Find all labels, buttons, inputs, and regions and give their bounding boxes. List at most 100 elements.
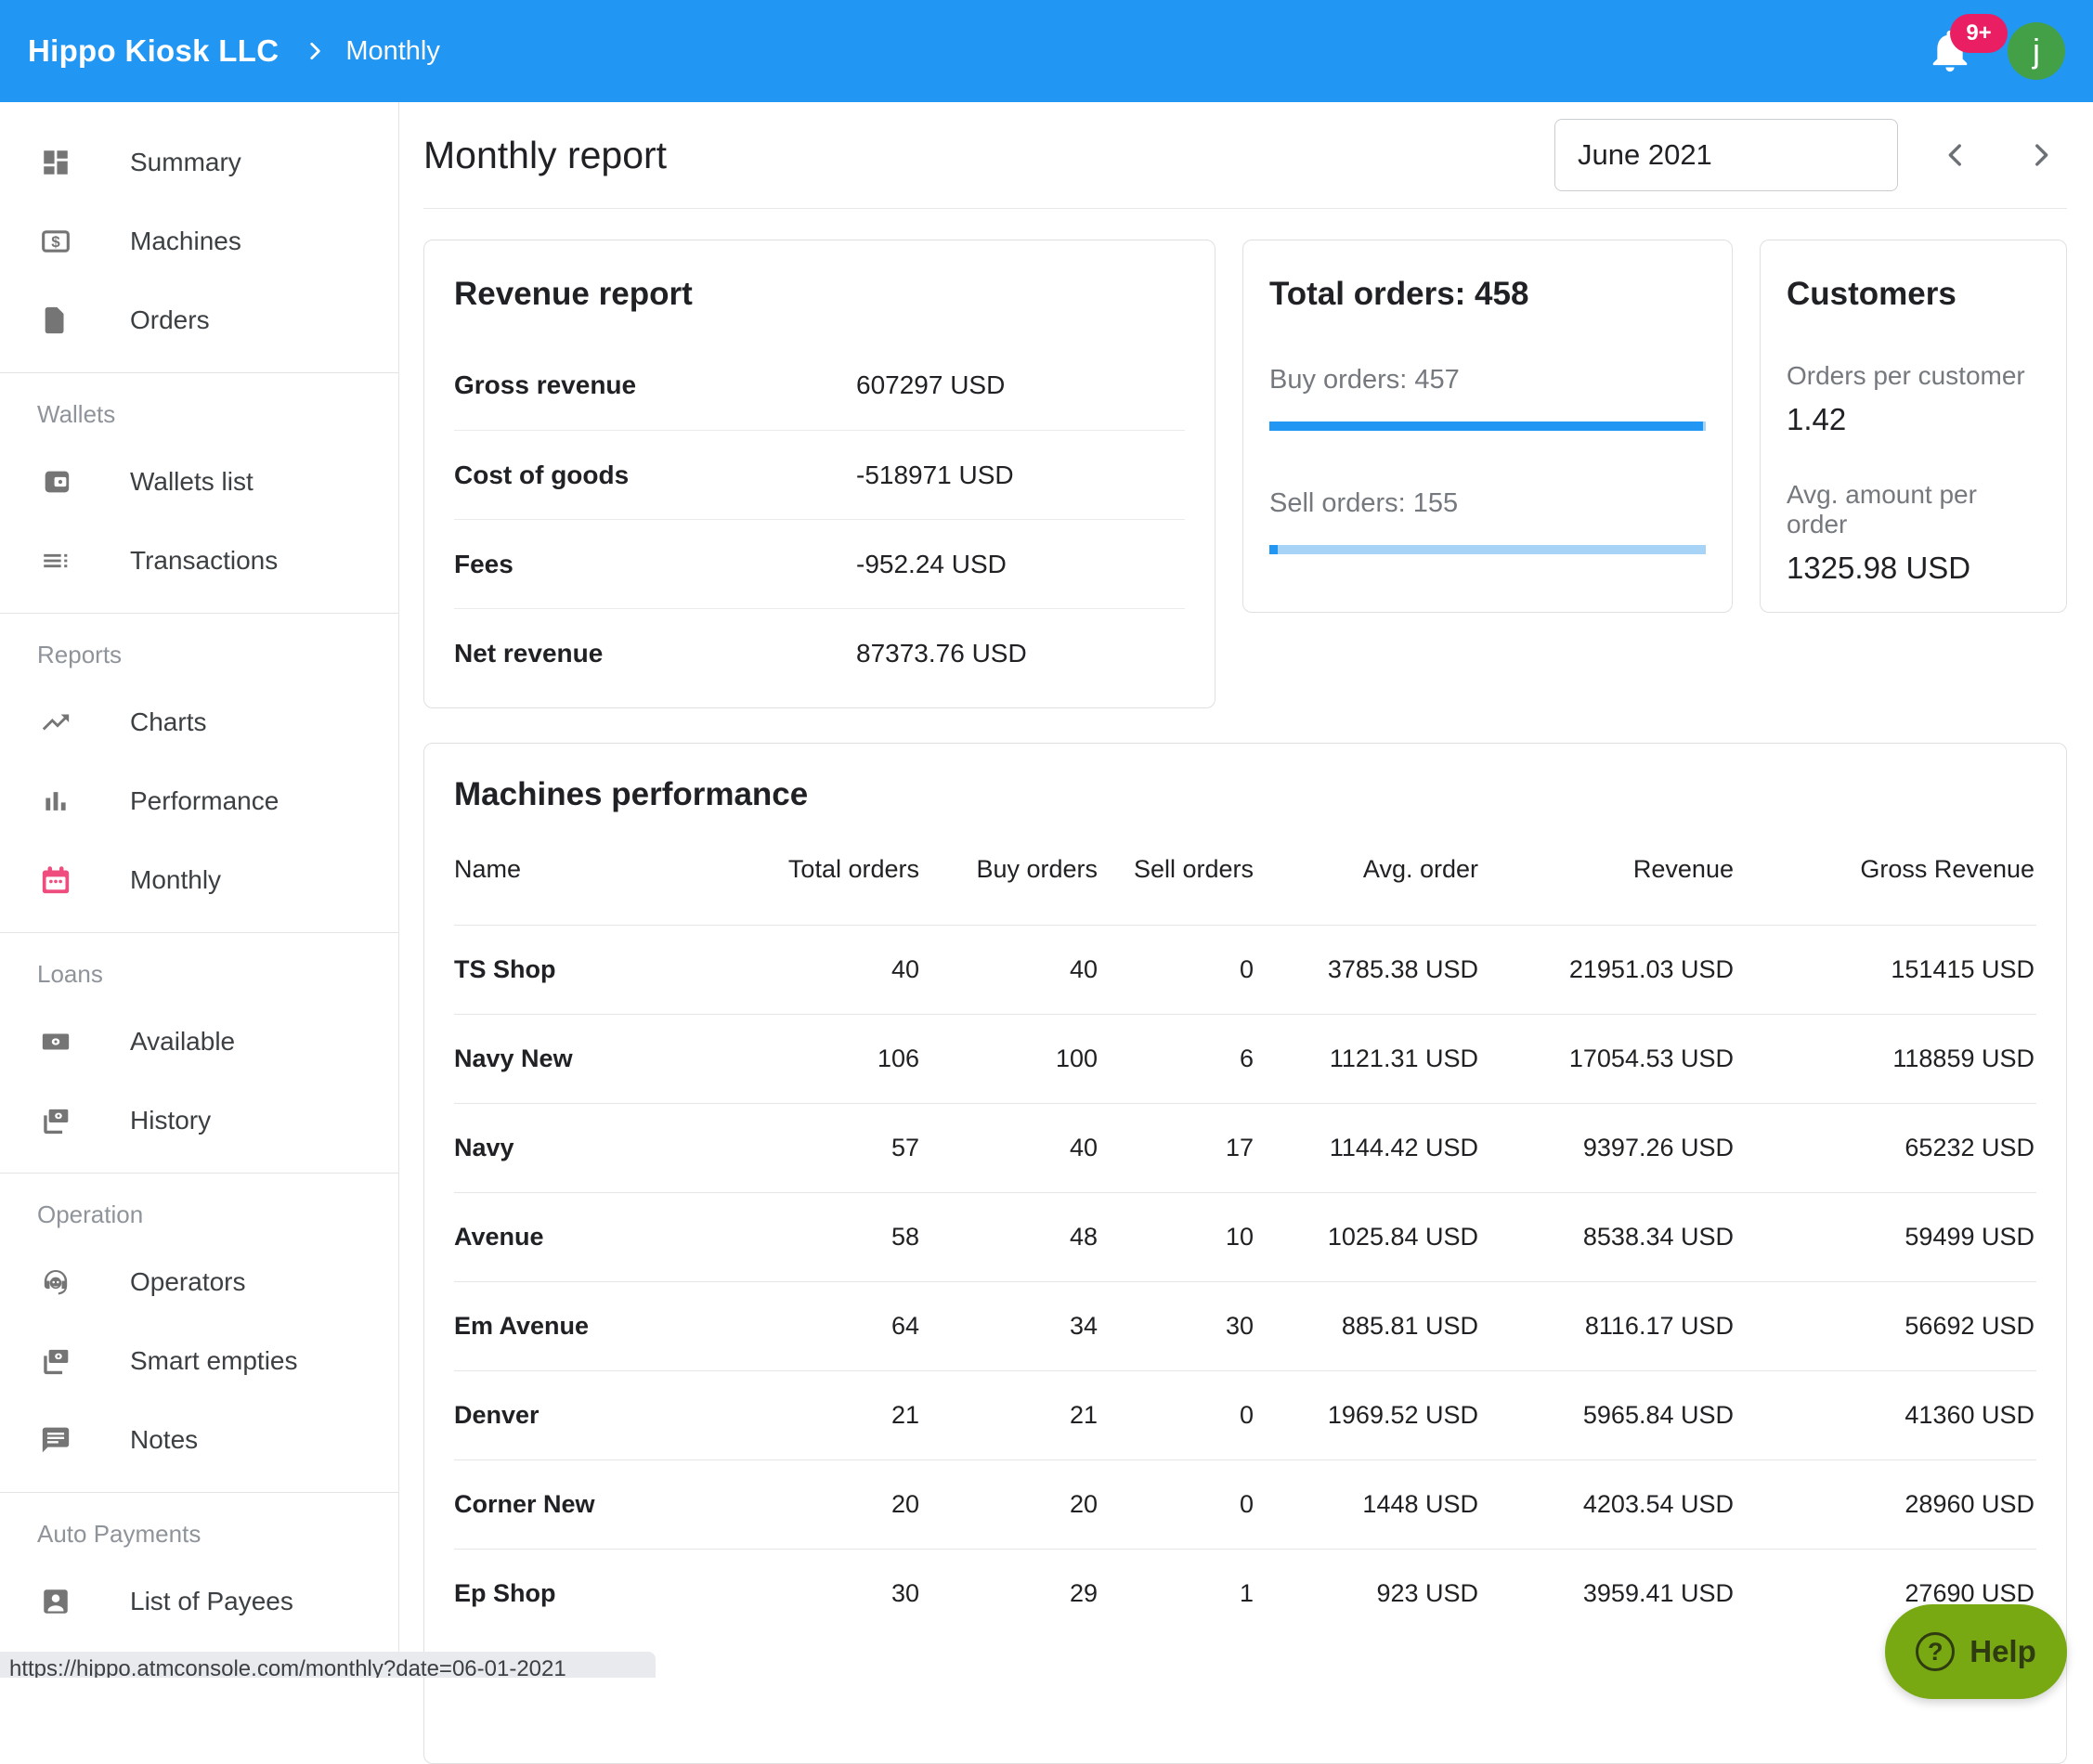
gross-revenue-cell: 65232 USD — [1736, 1134, 2036, 1162]
money-bill-icon — [39, 1025, 72, 1058]
trending-up-icon — [39, 706, 72, 739]
sidebar-item-label: Orders — [130, 305, 210, 335]
column-header-revenue: Revenue — [1480, 855, 1736, 884]
chat-note-icon — [39, 1423, 72, 1457]
company-name[interactable]: Hippo Kiosk LLC — [28, 33, 279, 69]
revenue-row-gross: Gross revenue 607297 USD — [454, 341, 1185, 430]
revenue-report-card: Revenue report Gross revenue 607297 USD … — [423, 240, 1216, 708]
svg-text:$: $ — [51, 233, 60, 251]
column-header-total-orders: Total orders — [742, 855, 921, 884]
revenue-row-label: Fees — [454, 550, 856, 579]
sidebar-item-label: Operators — [130, 1267, 246, 1297]
sidebar-divider — [0, 932, 398, 933]
sidebar-item-list-of-payees[interactable]: List of Payees — [0, 1562, 398, 1641]
avatar[interactable]: j — [2008, 22, 2065, 80]
sell-orders-cell: 1 — [1099, 1579, 1255, 1608]
person-card-icon — [39, 1585, 72, 1618]
column-header-gross-revenue: Gross Revenue — [1736, 855, 2036, 884]
avg-amount-value: 1325.98 USD — [1787, 551, 2040, 586]
machine-name-cell: Em Avenue — [454, 1312, 742, 1341]
sidebar-item-label: Transactions — [130, 546, 278, 576]
sidebar-divider — [0, 1173, 398, 1174]
machine-name-cell: Corner New — [454, 1490, 742, 1519]
sidebar-item-label: Charts — [130, 707, 206, 737]
revenue-row-value: 607297 USD — [856, 370, 1185, 400]
month-picker-input[interactable]: June 2021 — [1554, 119, 1898, 191]
revenue-row-label: Gross revenue — [454, 370, 856, 400]
help-button[interactable]: ? Help — [1885, 1604, 2067, 1699]
sell-orders-cell: 30 — [1099, 1312, 1255, 1341]
next-month-button[interactable] — [2015, 129, 2067, 181]
total-orders-cell: 58 — [742, 1223, 921, 1252]
sidebar-item-label: Machines — [130, 227, 241, 256]
sidebar: Summary $ Machines Orders Wallets Wallet… — [0, 102, 399, 1678]
calendar-icon — [39, 863, 72, 897]
sidebar-item-label: History — [130, 1106, 211, 1135]
machine-name-cell: Avenue — [454, 1223, 742, 1252]
buy-orders-cell: 34 — [921, 1312, 1099, 1341]
sidebar-item-orders[interactable]: Orders — [0, 280, 398, 359]
breadcrumb-chevron-icon — [303, 39, 327, 63]
sidebar-item-charts[interactable]: Charts — [0, 682, 398, 761]
total-orders-cell: 30 — [742, 1579, 921, 1608]
payments-icon — [39, 1344, 72, 1378]
gross-revenue-cell: 41360 USD — [1736, 1401, 2036, 1430]
bar-chart-icon — [39, 785, 72, 818]
sidebar-item-performance[interactable]: Performance — [0, 761, 398, 840]
page-header: Monthly report June 2021 — [423, 102, 2067, 209]
avg-order-cell: 1969.52 USD — [1255, 1401, 1480, 1430]
sell-orders-cell: 10 — [1099, 1223, 1255, 1252]
sell-orders-progress-bar — [1269, 545, 1706, 554]
avg-order-cell: 923 USD — [1255, 1579, 1480, 1608]
gross-revenue-cell: 59499 USD — [1736, 1223, 2036, 1252]
gross-revenue-cell: 151415 USD — [1736, 955, 2036, 984]
sidebar-section-loans: Loans — [0, 942, 398, 1002]
revenue-row-label: Net revenue — [454, 639, 856, 668]
sidebar-item-monthly[interactable]: Monthly — [0, 840, 398, 919]
sidebar-item-machines[interactable]: $ Machines — [0, 201, 398, 280]
notifications-button[interactable]: 9+ — [1926, 25, 1974, 77]
revenue-row-value: 87373.76 USD — [856, 639, 1185, 668]
main-content: Monthly report June 2021 Revenue report … — [399, 102, 2093, 1678]
sell-orders-cell: 6 — [1099, 1044, 1255, 1073]
table-row: Corner New 20 20 0 1448 USD 4203.54 USD … — [454, 1459, 2036, 1549]
sidebar-item-available[interactable]: Available — [0, 1002, 398, 1081]
sell-orders-label: Sell orders: 155 — [1269, 488, 1706, 519]
sidebar-divider — [0, 613, 398, 614]
sidebar-item-operators[interactable]: Operators — [0, 1242, 398, 1321]
previous-month-button[interactable] — [1930, 129, 1982, 181]
sell-orders-cell: 17 — [1099, 1134, 1255, 1162]
sidebar-item-smart-empties[interactable]: Smart empties — [0, 1321, 398, 1400]
sidebar-item-transactions[interactable]: Transactions — [0, 521, 398, 600]
avg-amount-label: Avg. amount per order — [1787, 480, 2040, 539]
sidebar-item-history[interactable]: History — [0, 1081, 398, 1160]
table-body: TS Shop 40 40 0 3785.38 USD 21951.03 USD… — [454, 925, 2036, 1638]
sidebar-item-summary[interactable]: Summary — [0, 123, 398, 201]
revenue-cell: 17054.53 USD — [1480, 1044, 1736, 1073]
sidebar-item-notes[interactable]: Notes — [0, 1400, 398, 1479]
buy-orders-cell: 48 — [921, 1223, 1099, 1252]
sidebar-section-wallets: Wallets — [0, 383, 398, 442]
buy-orders-cell: 40 — [921, 1134, 1099, 1162]
revenue-cell: 3959.41 USD — [1480, 1579, 1736, 1608]
page-title: Monthly report — [423, 134, 667, 177]
revenue-cell: 5965.84 USD — [1480, 1401, 1736, 1430]
buy-orders-progress-bar — [1269, 422, 1706, 431]
total-orders-card: Total orders: 458 Buy orders: 457 Sell o… — [1242, 240, 1733, 613]
avg-order-cell: 885.81 USD — [1255, 1312, 1480, 1341]
machine-name-cell: Ep Shop — [454, 1579, 742, 1608]
buy-orders-label: Buy orders: 457 — [1269, 365, 1706, 396]
revenue-row-label: Cost of goods — [454, 460, 856, 490]
revenue-row-value: -518971 USD — [856, 460, 1185, 490]
gross-revenue-cell: 56692 USD — [1736, 1312, 2036, 1341]
sidebar-item-label: Available — [130, 1027, 235, 1057]
sidebar-section-operation: Operation — [0, 1183, 398, 1242]
sidebar-item-wallets-list[interactable]: Wallets list — [0, 442, 398, 521]
table-row: TS Shop 40 40 0 3785.38 USD 21951.03 USD… — [454, 925, 2036, 1014]
machine-name-cell: Navy New — [454, 1044, 742, 1073]
revenue-cell: 9397.26 USD — [1480, 1134, 1736, 1162]
column-header-avg-order: Avg. order — [1255, 855, 1480, 884]
column-header-name: Name — [454, 855, 742, 884]
help-button-label: Help — [1970, 1634, 2036, 1669]
buy-orders-cell: 29 — [921, 1579, 1099, 1608]
